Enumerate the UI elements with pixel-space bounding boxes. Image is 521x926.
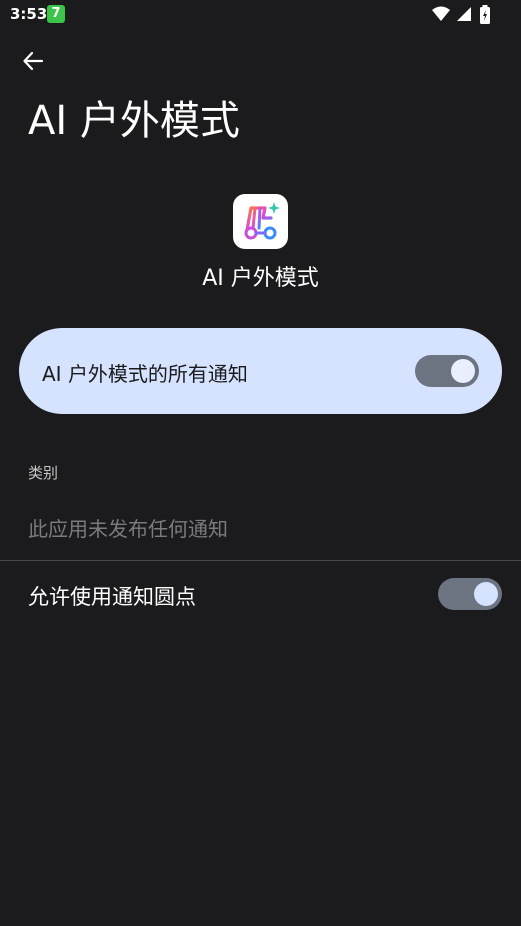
- page-title: AI 户外模式: [28, 98, 240, 144]
- cellular-signal-icon: [457, 7, 471, 21]
- all-notifications-switch[interactable]: [415, 355, 479, 387]
- app-icon: [233, 194, 288, 249]
- status-bar: 3:53 7: [0, 0, 521, 30]
- notification-dot-label: 允许使用通知圆点: [28, 585, 196, 609]
- wifi-icon: [432, 6, 450, 21]
- switch-thumb: [451, 359, 475, 383]
- switch-thumb: [474, 582, 498, 606]
- all-notifications-toggle-card[interactable]: AI 户外模式的所有通知: [19, 328, 502, 414]
- battery-icon: [480, 5, 490, 24]
- divider: [0, 560, 521, 561]
- status-time: 3:53: [10, 5, 48, 23]
- app-notification-badge: 7: [47, 5, 65, 23]
- categories-header: 类别: [28, 464, 59, 482]
- notification-dot-row[interactable]: 允许使用通知圆点: [0, 566, 521, 624]
- all-notifications-label: AI 户外模式的所有通知: [42, 362, 248, 386]
- outdoor-mode-logo-icon: [244, 202, 280, 240]
- back-button[interactable]: [14, 42, 52, 80]
- arrow-back-icon: [23, 51, 44, 71]
- app-name: AI 户外模式: [202, 266, 319, 291]
- notification-dot-switch[interactable]: [438, 578, 502, 610]
- no-notifications-text: 此应用未发布任何通知: [28, 517, 228, 541]
